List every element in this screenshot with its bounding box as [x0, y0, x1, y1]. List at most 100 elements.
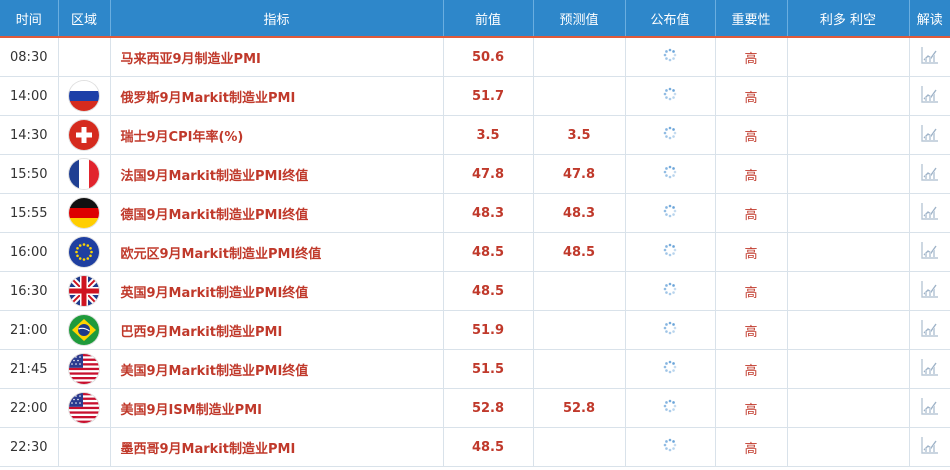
header-time: 时间: [0, 0, 59, 37]
impact-cell: [787, 115, 910, 155]
flag-brazil-icon: [69, 315, 99, 345]
previous-cell: 52.8: [443, 388, 534, 428]
analysis-cell[interactable]: [909, 232, 950, 272]
time-cell: 21:00: [0, 310, 59, 350]
analysis-cell[interactable]: [909, 76, 950, 116]
header-impact: 利多 利空: [787, 0, 910, 37]
chart-icon[interactable]: [920, 84, 940, 108]
impact-cell: [787, 193, 910, 233]
previous-cell: 51.9: [443, 310, 534, 350]
actual-cell: [625, 349, 716, 389]
forecast-cell: 48.5: [533, 232, 626, 272]
time-cell: 14:30: [0, 115, 59, 155]
indicator-link[interactable]: 欧元区9月Markit制造业PMI终值: [110, 232, 444, 272]
table-row: 22:00 美国9月ISM制造业PMI 52.8 52.8 高: [0, 388, 950, 428]
importance-cell: 高: [715, 388, 788, 428]
time-cell: 16:30: [0, 271, 59, 311]
previous-cell: 48.5: [443, 232, 534, 272]
analysis-cell[interactable]: [909, 427, 950, 467]
loading-spinner-icon: [662, 86, 678, 106]
indicator-link[interactable]: 马来西亚9月制造业PMI: [110, 37, 444, 77]
table-body: 08:30 马来西亚9月制造业PMI 50.6 高 14:00 俄罗斯9月Markit制造…: [0, 37, 950, 467]
indicator-link[interactable]: 英国9月Markit制造业PMI终值: [110, 271, 444, 311]
chart-icon[interactable]: [920, 123, 940, 147]
indicator-link[interactable]: 瑞士9月CPI年率(%): [110, 115, 444, 155]
chart-icon[interactable]: [920, 162, 940, 186]
chart-icon[interactable]: [920, 201, 940, 225]
flag-usa-icon: [69, 393, 99, 423]
importance-cell: 高: [715, 154, 788, 194]
region-cell: [58, 349, 111, 389]
forecast-cell: [533, 349, 626, 389]
chart-icon[interactable]: [920, 396, 940, 420]
chart-icon[interactable]: [920, 357, 940, 381]
indicator-link[interactable]: 美国9月Markit制造业PMI终值: [110, 349, 444, 389]
chart-icon[interactable]: [920, 279, 940, 303]
indicator-link[interactable]: 德国9月Markit制造业PMI终值: [110, 193, 444, 233]
header-indicator: 指标: [110, 0, 444, 37]
previous-cell: 51.5: [443, 349, 534, 389]
chart-icon[interactable]: [920, 45, 940, 69]
loading-spinner-icon: [662, 320, 678, 340]
header-importance: 重要性: [715, 0, 788, 37]
previous-cell: 51.7: [443, 76, 534, 116]
impact-cell: [787, 349, 910, 389]
actual-cell: [625, 193, 716, 233]
importance-cell: 高: [715, 310, 788, 350]
table-row: 08:30 马来西亚9月制造业PMI 50.6 高: [0, 37, 950, 77]
analysis-cell[interactable]: [909, 310, 950, 350]
table-row: 16:30 英国9月Markit制造业PMI终值 48.5 高: [0, 271, 950, 311]
analysis-cell[interactable]: [909, 349, 950, 389]
loading-spinner-icon: [662, 203, 678, 223]
chart-icon[interactable]: [920, 318, 940, 342]
importance-cell: 高: [715, 271, 788, 311]
indicator-link[interactable]: 墨西哥9月Markit制造业PMI: [110, 427, 444, 467]
flag-usa-icon: [69, 354, 99, 384]
impact-cell: [787, 76, 910, 116]
importance-cell: 高: [715, 427, 788, 467]
importance-cell: 高: [715, 76, 788, 116]
forecast-cell: [533, 271, 626, 311]
previous-cell: 48.5: [443, 427, 534, 467]
actual-cell: [625, 232, 716, 272]
chart-icon[interactable]: [920, 435, 940, 459]
region-cell: [58, 232, 111, 272]
analysis-cell[interactable]: [909, 154, 950, 194]
chart-icon[interactable]: [920, 240, 940, 264]
indicator-link[interactable]: 俄罗斯9月Markit制造业PMI: [110, 76, 444, 116]
flag-eu-icon: [69, 237, 99, 267]
impact-cell: [787, 271, 910, 311]
analysis-cell[interactable]: [909, 193, 950, 233]
indicator-link[interactable]: 巴西9月Markit制造业PMI: [110, 310, 444, 350]
analysis-cell[interactable]: [909, 388, 950, 428]
loading-spinner-icon: [662, 437, 678, 457]
analysis-cell[interactable]: [909, 37, 950, 77]
header-row: 时间 区域 指标 前值 预测值 公布值 重要性 利多 利空 解读: [0, 0, 950, 37]
table-row: 22:30 墨西哥9月Markit制造业PMI 48.5 高: [0, 427, 950, 467]
previous-cell: 48.3: [443, 193, 534, 233]
analysis-cell[interactable]: [909, 115, 950, 155]
importance-cell: 高: [715, 37, 788, 77]
loading-spinner-icon: [662, 242, 678, 262]
impact-cell: [787, 154, 910, 194]
time-cell: 14:00: [0, 76, 59, 116]
flag-switzerland-icon: [69, 120, 99, 150]
importance-cell: 高: [715, 193, 788, 233]
analysis-cell[interactable]: [909, 271, 950, 311]
region-cell: [58, 193, 111, 233]
actual-cell: [625, 76, 716, 116]
actual-cell: [625, 388, 716, 428]
impact-cell: [787, 37, 910, 77]
indicator-link[interactable]: 法国9月Markit制造业PMI终值: [110, 154, 444, 194]
table-row: 15:50 法国9月Markit制造业PMI终值 47.8 47.8 高: [0, 154, 950, 194]
region-cell: [58, 154, 111, 194]
flag-russia-icon: [69, 81, 99, 111]
region-cell: [58, 388, 111, 428]
previous-cell: 48.5: [443, 271, 534, 311]
table-row: 14:00 俄罗斯9月Markit制造业PMI 51.7 高: [0, 76, 950, 116]
actual-cell: [625, 154, 716, 194]
loading-spinner-icon: [662, 125, 678, 145]
previous-cell: 47.8: [443, 154, 534, 194]
economic-calendar-table: 时间 区域 指标 前值 预测值 公布值 重要性 利多 利空 解读 08:30 马来…: [0, 0, 950, 467]
indicator-link[interactable]: 美国9月ISM制造业PMI: [110, 388, 444, 428]
